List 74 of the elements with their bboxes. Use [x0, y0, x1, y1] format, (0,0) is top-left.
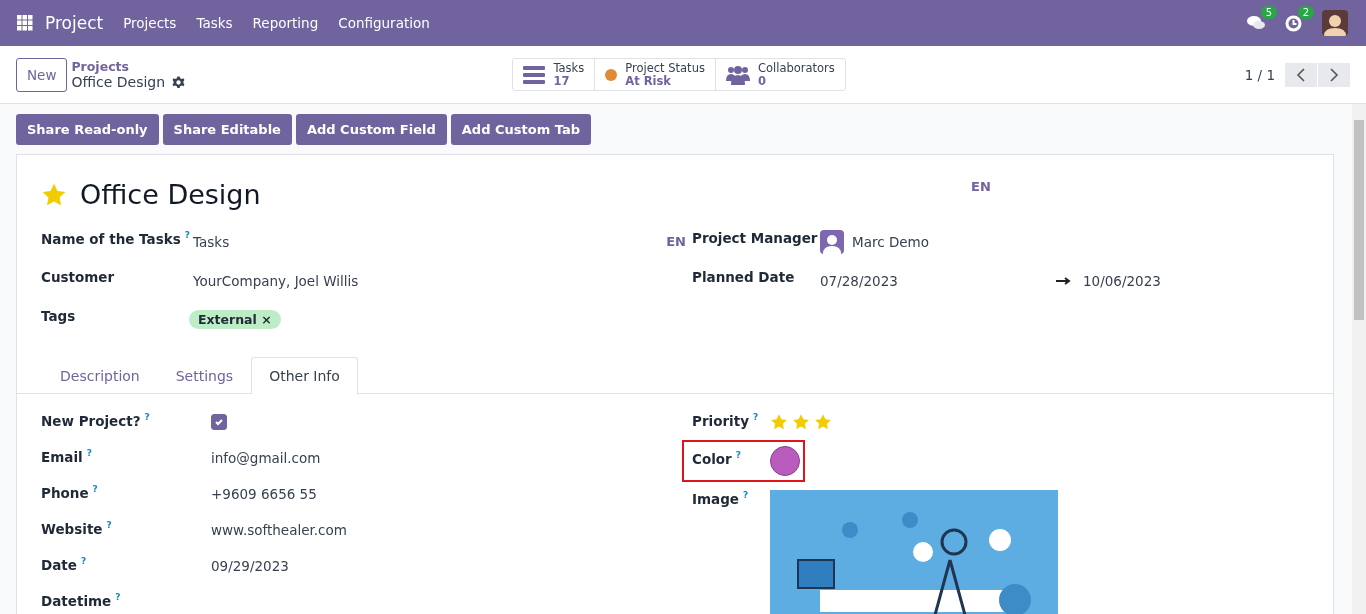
smart-button-label: Tasks [553, 61, 585, 75]
field-value[interactable]: +9609 6656 55 [211, 486, 317, 502]
field-label: Website $^{?}$ [41, 519, 113, 537]
tab[interactable]: Other Info [251, 357, 358, 394]
field-label: Name of the Tasks $^{?}$ [41, 229, 191, 247]
language-button[interactable]: EN [692, 174, 991, 194]
field-label: Project Manager [692, 229, 819, 246]
field-label: Date $^{?}$ [41, 555, 88, 573]
checkbox[interactable] [211, 414, 227, 430]
menu-item[interactable]: Configuration [328, 15, 440, 31]
smart-button[interactable]: Collaborators 0 [714, 59, 845, 90]
language-button[interactable]: EN [666, 234, 692, 249]
chevron-right-icon [1329, 67, 1339, 82]
field-label: Image $^{?}$ [692, 489, 750, 507]
field-label: Tags [41, 307, 77, 324]
field-value[interactable]: 10/06/2023 [1083, 272, 1161, 289]
field-label: Email $^{?}$ [41, 447, 93, 465]
tab[interactable]: Settings [157, 357, 252, 394]
field-label: Planned Date [692, 268, 796, 285]
action-button[interactable]: Share Editable [162, 114, 292, 145]
previous-button[interactable] [1285, 62, 1317, 87]
app-title[interactable]: Project [45, 13, 104, 33]
field-value[interactable]: info@gmail.com [211, 450, 321, 466]
field-value[interactable]: Tasks [193, 233, 230, 250]
field-label: Phone $^{?}$ [41, 483, 99, 501]
field-label: Datetime $^{?}$ [41, 591, 122, 609]
clock-icon[interactable] [1285, 14, 1302, 32]
next-button[interactable] [1318, 62, 1350, 87]
smart-button-value: 0 [757, 74, 767, 88]
user-avatar[interactable] [1322, 10, 1348, 36]
check-icon [214, 417, 224, 427]
smart-button-value: 17 [553, 74, 571, 88]
list-icon [523, 65, 546, 84]
notification-badge: 5 [1260, 6, 1277, 19]
chat-icon[interactable] [1247, 15, 1265, 31]
smart-button-value: At Risk [625, 74, 672, 88]
new-button[interactable]: New [16, 57, 68, 92]
field-label: Customer [41, 268, 116, 285]
breadcrumb-link[interactable]: Projects [71, 59, 513, 74]
smart-button[interactable]: Tasks 17 [513, 59, 595, 90]
tag[interactable]: External × [189, 310, 281, 329]
field-value[interactable]: 07/28/2023 [820, 272, 1056, 289]
field-value[interactable]: www.softhealer.com [211, 522, 347, 538]
users-icon [725, 64, 750, 85]
settings-icon[interactable] [172, 75, 186, 89]
apps-icon[interactable] [17, 15, 33, 31]
smart-button-label: Project Status [625, 61, 705, 75]
pager-text: 1 / 1 [1244, 66, 1275, 83]
smart-button-label: Collaborators [757, 61, 835, 75]
field-value[interactable]: Marc Demo [852, 233, 929, 250]
menu-item[interactable]: Projects [113, 15, 187, 31]
arrow-icon [1056, 276, 1071, 285]
record-title[interactable]: Office Design [80, 179, 261, 210]
star-icon[interactable] [792, 413, 810, 431]
avatar-icon [820, 229, 844, 254]
star-icon[interactable] [814, 413, 832, 431]
star-icon[interactable] [770, 413, 788, 431]
menu-item[interactable]: Tasks [186, 15, 243, 31]
field-value[interactable]: YourCompany, Joel Willis [193, 272, 359, 289]
field-label: Color $^{?}$ [692, 449, 742, 467]
field-value[interactable]: 09/29/2023 [211, 558, 289, 574]
menu-item[interactable]: Reporting [242, 15, 329, 31]
field-label: New Project? $^{?}$ [41, 411, 151, 429]
tab[interactable]: Description [42, 357, 158, 394]
color-swatch[interactable] [770, 446, 800, 476]
field-label: Priority $^{?}$ [692, 411, 760, 429]
scrollbar-thumb[interactable] [1354, 120, 1364, 320]
smart-button[interactable]: Project Status At Risk [594, 59, 715, 90]
breadcrumb-current: Office Design [71, 74, 166, 90]
action-button[interactable]: Share Read-only [16, 114, 159, 145]
action-button[interactable]: Add Custom Tab [450, 114, 591, 145]
chevron-left-icon [1296, 67, 1306, 82]
action-button[interactable]: Add Custom Field [295, 114, 447, 145]
notification-badge: 2 [1297, 5, 1314, 19]
